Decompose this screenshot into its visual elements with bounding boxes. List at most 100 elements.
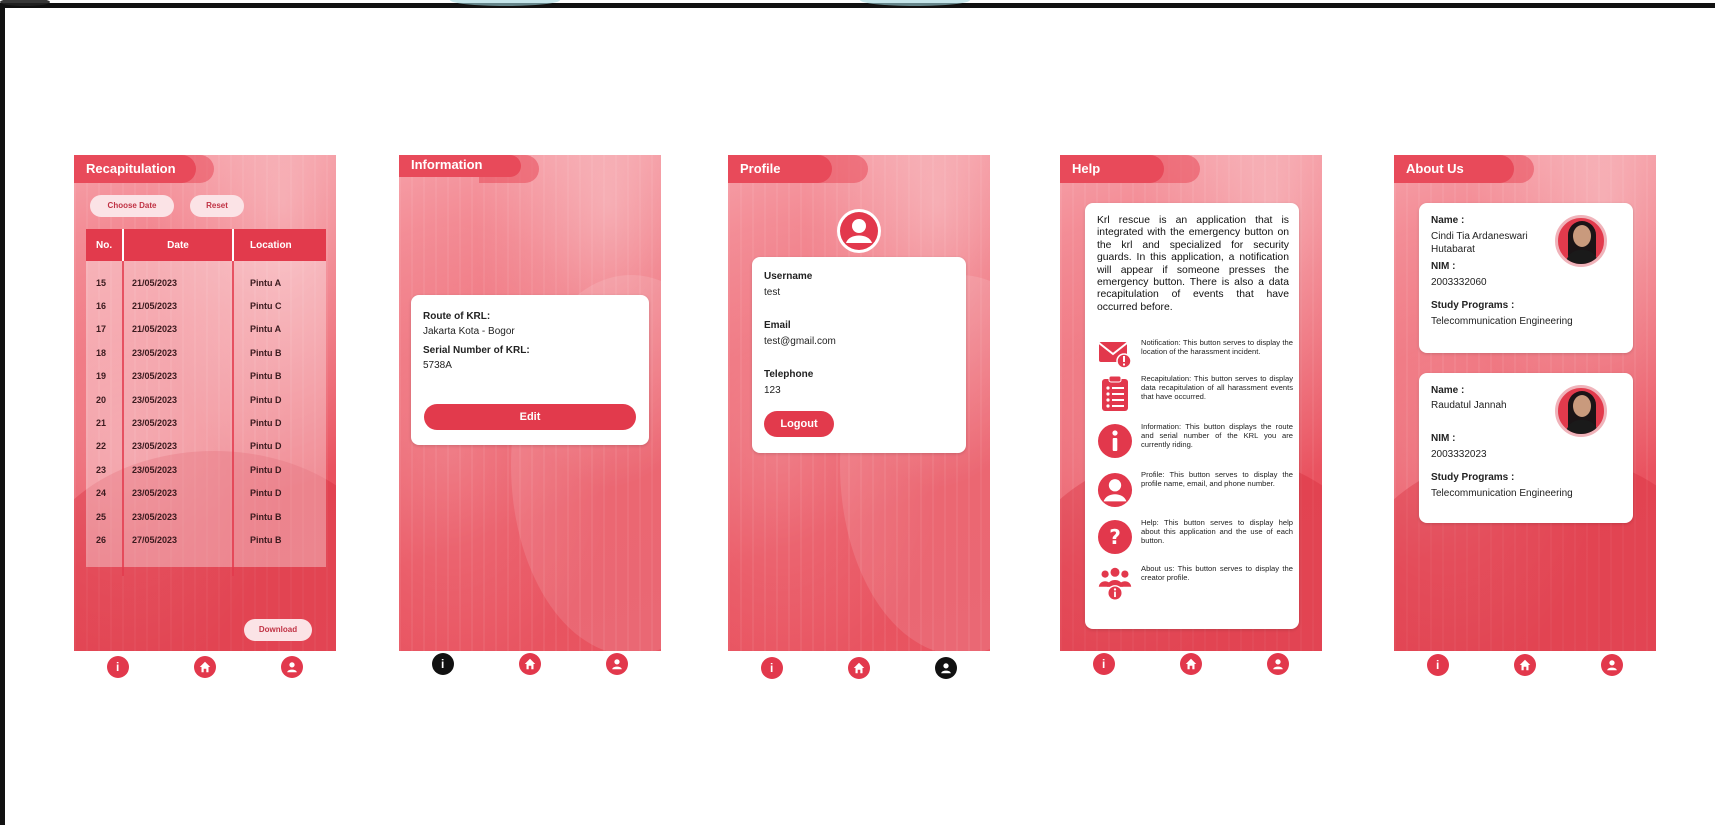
table-row[interactable]: 24 23/05/2023 Pintu D — [86, 481, 326, 505]
help-card: Krl rescue is an application that is int… — [1085, 203, 1299, 629]
cell-no: 26 — [86, 528, 124, 552]
route-value: Jakarta Kota - Bogor — [423, 326, 515, 337]
clipboard-icon — [1097, 375, 1133, 413]
logout-button[interactable]: Logout — [764, 411, 834, 437]
table-row[interactable]: 16 21/05/2023 Pintu C — [86, 294, 326, 318]
cell-no: 21 — [86, 411, 124, 435]
table-row[interactable]: 18 23/05/2023 Pintu B — [86, 341, 326, 365]
cell-no: 24 — [86, 481, 124, 505]
cell-location: Pintu C — [250, 301, 282, 312]
bottom-nav: i — [1060, 644, 1322, 684]
member-card: Name : Cindi Tia Ardaneswari Hutabarat N… — [1419, 203, 1633, 353]
user-icon[interactable] — [1601, 654, 1624, 676]
recap-screen: Recapitulation Choose Date Reset No. Dat… — [74, 155, 336, 651]
reset-button[interactable]: Reset — [190, 195, 244, 217]
username-value: test — [764, 287, 781, 298]
help-item-text: Recapitulation: This button serves to di… — [1141, 374, 1293, 401]
table-row[interactable]: 21 23/05/2023 Pintu D — [86, 411, 326, 435]
column-header-location: Location — [250, 239, 292, 251]
help-item-information: Information: This button displays the ro… — [1097, 422, 1293, 459]
edit-button[interactable]: Edit — [424, 404, 636, 430]
route-label: Route of KRL: — [423, 311, 491, 322]
info-icon — [1097, 423, 1133, 459]
info-icon[interactable]: i — [431, 653, 454, 675]
cell-location: Pintu B — [250, 534, 282, 545]
cell-location: Pintu D — [250, 464, 282, 475]
user-icon[interactable] — [935, 657, 958, 679]
user-icon[interactable] — [1267, 653, 1290, 675]
username-label: Username — [764, 271, 813, 282]
help-item-text: Notification: This button serves to disp… — [1141, 338, 1293, 356]
help-intro: Krl rescue is an application that is int… — [1097, 215, 1289, 313]
help-item-profile: Profile: This button serves to display t… — [1097, 470, 1293, 509]
info-icon[interactable]: i — [760, 657, 783, 679]
table-row[interactable]: 19 23/05/2023 Pintu B — [86, 364, 326, 388]
home-icon[interactable] — [847, 657, 870, 679]
profile-screen: Profile Username test Email test@gmail.c… — [728, 155, 990, 651]
cell-location: Pintu B — [250, 371, 282, 382]
program-label: Study Programs : — [1431, 300, 1515, 311]
help-item-text: Help: This button serves to display help… — [1141, 518, 1293, 545]
cell-location: Pintu B — [250, 511, 282, 522]
nim-label: NIM : — [1431, 261, 1456, 272]
mail-alert-icon — [1097, 339, 1133, 369]
table-row[interactable]: 15 21/05/2023 Pintu A — [86, 271, 326, 295]
cell-date: 23/05/2023 — [124, 411, 234, 435]
cell-no: 22 — [86, 434, 124, 459]
member-nim: 2003332060 — [1431, 277, 1487, 288]
info-icon[interactable]: i — [1426, 654, 1449, 676]
user-icon[interactable] — [606, 653, 629, 675]
cell-date: 21/05/2023 — [124, 271, 234, 295]
help-item-text: About us: This button serves to display … — [1141, 564, 1293, 582]
name-label: Name : — [1431, 215, 1465, 226]
help-item-recapitulation: Recapitulation: This button serves to di… — [1097, 374, 1293, 413]
cell-date: 21/05/2023 — [124, 317, 234, 342]
bottom-nav: i — [74, 647, 336, 687]
member-nim: 2003332023 — [1431, 449, 1487, 460]
choose-date-button[interactable]: Choose Date — [90, 195, 174, 217]
home-icon[interactable] — [1513, 654, 1536, 676]
cell-no: 15 — [86, 271, 124, 295]
table-row[interactable]: 26 27/05/2023 Pintu B — [86, 528, 326, 552]
nim-label: NIM : — [1431, 433, 1456, 444]
help-item-notification: Notification: This button serves to disp… — [1097, 338, 1293, 369]
email-label: Email — [764, 320, 791, 331]
cell-no: 23 — [86, 458, 124, 482]
svg-text:?: ? — [1109, 525, 1121, 549]
table-row[interactable]: 25 23/05/2023 Pintu B — [86, 504, 326, 529]
cell-no: 19 — [86, 364, 124, 388]
page-title: Help — [1060, 155, 1164, 183]
table-row[interactable]: 17 21/05/2023 Pintu A — [86, 317, 326, 342]
info-icon[interactable]: i — [106, 656, 129, 678]
column-header-date: Date — [124, 229, 234, 261]
cell-no: 17 — [86, 317, 124, 342]
group-icon — [1097, 565, 1133, 603]
cell-no: 20 — [86, 387, 124, 412]
download-button[interactable]: Download — [244, 619, 312, 641]
help-item-help: ? Help: This button serves to display he… — [1097, 518, 1293, 555]
program-label: Study Programs : — [1431, 472, 1515, 483]
table-row[interactable]: 22 23/05/2023 Pintu D — [86, 434, 326, 459]
cell-date: 21/05/2023 — [124, 294, 234, 318]
avatar — [1555, 215, 1607, 267]
home-icon[interactable] — [1179, 653, 1202, 675]
home-icon[interactable] — [193, 656, 216, 678]
bottom-nav: i — [728, 648, 990, 688]
home-icon[interactable] — [518, 653, 541, 675]
cell-date: 23/05/2023 — [124, 434, 234, 459]
cell-location: Pintu D — [250, 418, 282, 429]
telephone-value: 123 — [764, 385, 781, 396]
table-row[interactable]: 23 23/05/2023 Pintu D — [86, 458, 326, 482]
profile-avatar-icon — [837, 209, 881, 253]
member-program: Telecommunication Engineering — [1431, 488, 1573, 499]
cell-location: Pintu A — [250, 324, 282, 335]
cell-location: Pintu D — [250, 441, 282, 452]
serial-value: 5738A — [423, 360, 452, 371]
user-icon[interactable] — [281, 656, 304, 678]
avatar — [1555, 385, 1607, 437]
cell-no: 16 — [86, 294, 124, 318]
info-icon[interactable]: i — [1092, 653, 1115, 675]
about-screen: About Us Name : Cindi Tia Ardaneswari Hu… — [1394, 155, 1656, 651]
cell-date: 23/05/2023 — [124, 341, 234, 365]
table-row[interactable]: 20 23/05/2023 Pintu D — [86, 387, 326, 412]
